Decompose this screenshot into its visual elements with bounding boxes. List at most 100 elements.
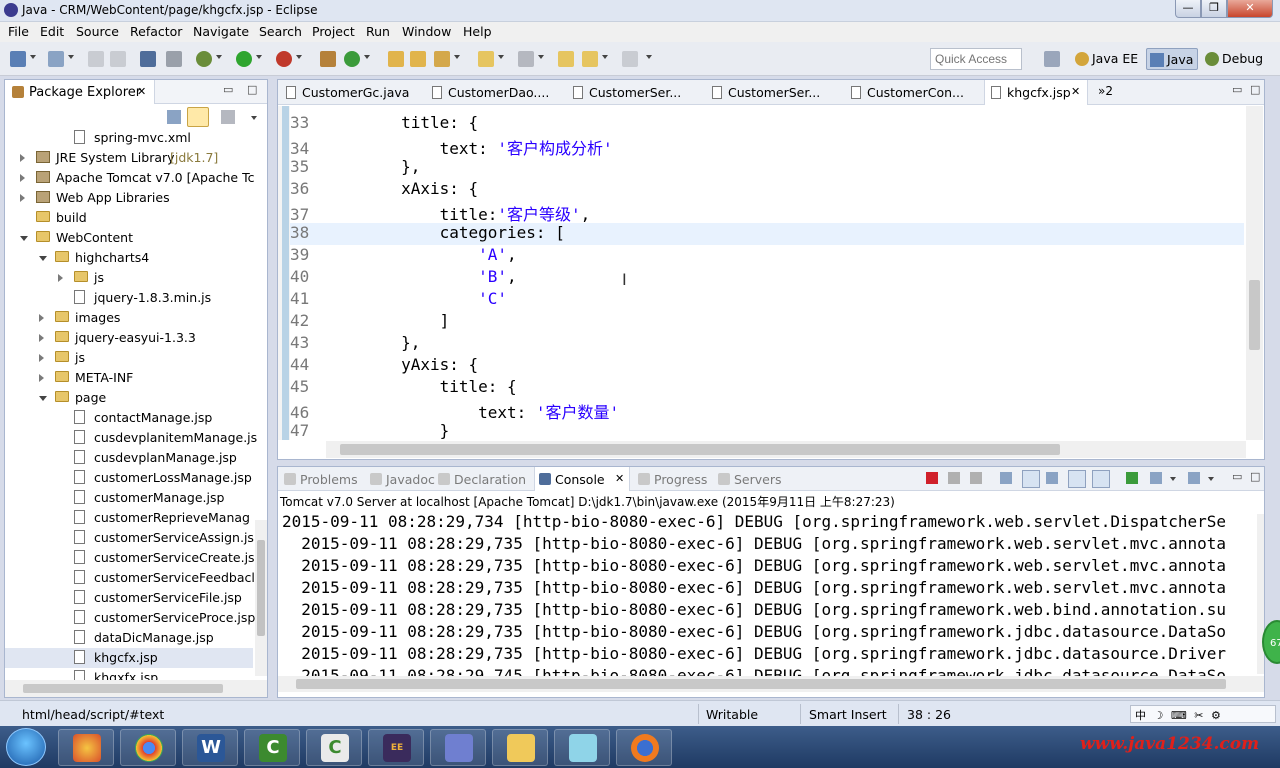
taskbar-app-eclipse[interactable]: EE: [368, 729, 424, 766]
tree-item[interactable]: JRE System Library [jdk1.7]: [5, 148, 253, 168]
quick-access-input[interactable]: [930, 48, 1022, 70]
show-on-output-icon[interactable]: [1068, 470, 1086, 488]
tree-item[interactable]: cusdevplanitemManage.js: [5, 428, 257, 448]
tree-item[interactable]: customerServiceFile.jsp: [5, 588, 253, 608]
chevron-down-icon[interactable]: [1208, 477, 1214, 481]
chevron-right-icon[interactable]: [39, 314, 44, 322]
chevron-down-icon[interactable]: [216, 55, 222, 59]
chevron-down-icon[interactable]: [364, 55, 370, 59]
search-icon[interactable]: [434, 51, 450, 67]
tree-item[interactable]: customerReprieveManag: [5, 508, 253, 528]
tree-item[interactable]: customerServiceFeedbacl: [5, 568, 255, 588]
scrollbar-thumb[interactable]: [257, 540, 265, 636]
code-line[interactable]: 41 'C': [290, 289, 1244, 311]
taskbar-app-notes[interactable]: [554, 729, 610, 766]
menu-navigate[interactable]: Navigate: [193, 24, 249, 39]
chevron-right-icon[interactable]: [20, 174, 25, 182]
chevron-right-icon[interactable]: [20, 154, 25, 162]
minimize-icon[interactable]: ▭: [1232, 83, 1242, 96]
console-tab[interactable]: Console ✕: [534, 467, 630, 491]
chevron-down-icon[interactable]: [251, 116, 257, 120]
code-line[interactable]: 47 }: [290, 421, 1244, 443]
prev-annotation-icon[interactable]: [518, 51, 534, 67]
taskbar-app-firefox[interactable]: [616, 729, 672, 766]
chevron-down-icon[interactable]: [498, 55, 504, 59]
chevron-down-icon[interactable]: [68, 55, 74, 59]
scrollbar-thumb[interactable]: [1249, 280, 1260, 350]
editor-tab[interactable]: khgcfx.jsp ✕: [984, 80, 1088, 105]
menu-search[interactable]: Search: [259, 24, 302, 39]
view-menu-icon[interactable]: [221, 110, 235, 124]
tree-item[interactable]: Web App Libraries: [5, 188, 253, 208]
open-icon[interactable]: [48, 51, 64, 67]
console-tab[interactable]: Servers: [714, 467, 788, 491]
tree-item[interactable]: jquery-easyui-1.3.3: [5, 328, 253, 348]
open-type-icon[interactable]: [388, 51, 404, 67]
tree-item[interactable]: customerServiceProce.jsp: [5, 608, 255, 628]
remove-all-icon[interactable]: [970, 472, 982, 484]
chevron-down-icon[interactable]: [602, 55, 608, 59]
vertical-scrollbar[interactable]: [1246, 106, 1263, 440]
save-icon[interactable]: [88, 51, 104, 67]
chevron-down-icon[interactable]: [538, 55, 544, 59]
maximize-icon[interactable]: □: [1250, 83, 1260, 96]
link-with-editor-icon[interactable]: [187, 107, 209, 127]
editor-tab[interactable]: CustomerGc.java: [280, 80, 418, 105]
new-icon[interactable]: [10, 51, 26, 67]
chevron-right-icon[interactable]: [39, 334, 44, 342]
chevron-down-icon[interactable]: [296, 55, 302, 59]
tree-item[interactable]: customerServiceCreate.js: [5, 548, 255, 568]
taskbar-app-word[interactable]: W: [182, 729, 238, 766]
display-console-icon[interactable]: [1150, 472, 1162, 484]
next-annotation-icon[interactable]: [478, 51, 494, 67]
scrollbar-thumb[interactable]: [296, 679, 1226, 689]
perspective-java[interactable]: Java: [1146, 48, 1199, 70]
chevron-down-icon[interactable]: [256, 55, 262, 59]
last-edit-icon[interactable]: [558, 51, 574, 67]
tree-item[interactable]: js: [5, 268, 253, 288]
scrollbar-thumb[interactable]: [23, 684, 223, 693]
code-line[interactable]: 38 categories: [: [290, 223, 1244, 245]
taskbar-app-camtasia[interactable]: C: [244, 729, 300, 766]
run-icon[interactable]: [236, 51, 252, 67]
menu-edit[interactable]: Edit: [40, 24, 64, 39]
collapse-all-icon[interactable]: [167, 110, 181, 124]
new-class-icon[interactable]: [344, 51, 360, 67]
minimize-button[interactable]: —: [1175, 0, 1201, 18]
tree-item[interactable]: Apache Tomcat v7.0 [Apache Tc: [5, 168, 254, 188]
code-line[interactable]: 40 'B',: [290, 267, 1244, 289]
chevron-down-icon[interactable]: [454, 55, 460, 59]
remove-launch-icon[interactable]: [948, 472, 960, 484]
chevron-right-icon[interactable]: [39, 374, 44, 382]
tree-item[interactable]: jquery-1.8.3.min.js: [5, 288, 253, 308]
minimize-icon[interactable]: ▭: [1232, 470, 1242, 483]
ime-toolbar[interactable]: 中 ☽ ⌨ ✂ ⚙: [1130, 705, 1276, 723]
code-line[interactable]: 33 title: {: [290, 113, 1244, 135]
save-all-icon[interactable]: [110, 51, 126, 67]
new-package-icon[interactable]: [320, 51, 336, 67]
status-insert-mode[interactable]: Smart Insert: [809, 707, 887, 722]
editor-tab[interactable]: CustomerCon...: [845, 80, 983, 105]
perspective-java-ee[interactable]: Java EE: [1072, 48, 1142, 70]
menu-file[interactable]: File: [8, 24, 29, 39]
taskbar-app-photos[interactable]: [58, 729, 114, 766]
taskbar-app-explorer[interactable]: [492, 729, 548, 766]
tree-item[interactable]: spring-mvc.xml: [5, 128, 253, 148]
terminal-icon[interactable]: [140, 51, 156, 67]
tree-item[interactable]: highcharts4: [5, 248, 253, 268]
code-line[interactable]: 43 },: [290, 333, 1244, 355]
menu-refactor[interactable]: Refactor: [130, 24, 182, 39]
terminate-icon[interactable]: [926, 472, 938, 484]
chevron-down-icon[interactable]: [39, 256, 47, 261]
forward-icon[interactable]: [622, 51, 638, 67]
code-line[interactable]: 45 title: {: [290, 377, 1244, 399]
pin-console-icon[interactable]: [1126, 472, 1138, 484]
chevron-down-icon[interactable]: [39, 396, 47, 401]
scroll-lock-icon[interactable]: [1022, 470, 1040, 488]
open-task-icon[interactable]: [410, 51, 426, 67]
clear-console-icon[interactable]: [1000, 472, 1012, 484]
console-tab[interactable]: Problems: [280, 467, 364, 491]
menu-source[interactable]: Source: [76, 24, 119, 39]
code-line[interactable]: 44 yAxis: {: [290, 355, 1244, 377]
tree-item[interactable]: customerServiceAssign.js: [5, 528, 254, 548]
